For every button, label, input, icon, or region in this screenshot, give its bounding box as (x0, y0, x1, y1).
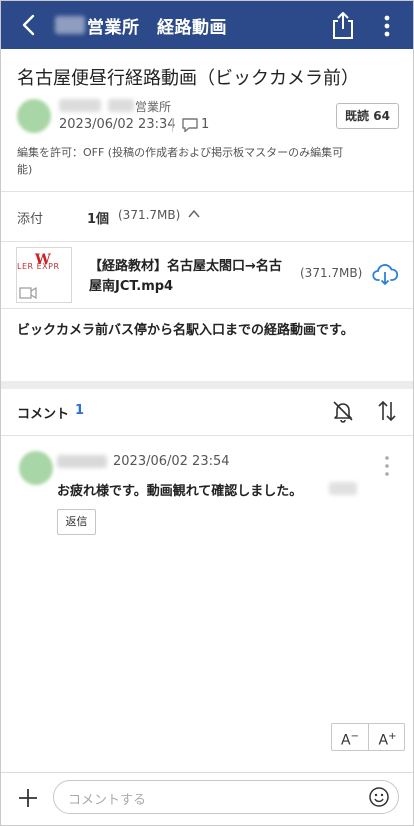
section-separator (1, 381, 413, 389)
plus-icon[interactable] (17, 787, 39, 809)
share-icon[interactable] (329, 10, 357, 40)
comments-title: コメント (17, 407, 70, 422)
commenter-avatar[interactable] (19, 451, 53, 485)
attachment-file-size: (371.7MB) (300, 266, 363, 280)
attachment-label: 添付 (17, 212, 44, 227)
back-icon[interactable] (15, 11, 43, 39)
video-camera-icon (19, 286, 37, 300)
thumbnail-text: LER EXPR (17, 262, 60, 271)
divider (1, 308, 413, 309)
footer-divider (1, 772, 413, 773)
author-dept: 営業所 (135, 100, 172, 114)
attachment-total-size[interactable]: (371.7MB) (118, 208, 180, 222)
read-count-button[interactable]: 既読 64 (336, 103, 399, 129)
top-bar: 営業所 経路動画 (1, 1, 413, 49)
comment-input-placeholder: コメントする (68, 793, 147, 808)
comment-more-icon[interactable] (381, 455, 393, 477)
divider (1, 241, 413, 242)
divider (1, 435, 413, 436)
blurred-commenter-name (57, 455, 107, 468)
app-frame: 営業所 経路動画 名古屋便昼行経路動画（ビックカメラ前） 営業所 2023/06… (0, 0, 414, 826)
bell-off-icon[interactable] (331, 399, 355, 423)
more-vertical-icon[interactable] (375, 13, 399, 39)
font-decrease-button[interactable]: A− (332, 724, 369, 750)
video-thumbnail[interactable]: W LER EXPR (16, 247, 72, 303)
author-avatar[interactable] (17, 99, 51, 133)
meta-separator (172, 118, 173, 132)
blurred-author-office (108, 99, 134, 112)
font-size-controls: A− A+ (331, 723, 405, 751)
post-date: 2023/06/02 23:34 (59, 117, 176, 132)
comment-bubble-icon (182, 118, 198, 133)
download-icon[interactable] (372, 261, 398, 287)
sort-icon[interactable] (375, 399, 399, 423)
post-body: ビックカメラ前バス停から名駅入口までの経路動画です。 (17, 323, 354, 338)
divider (1, 191, 413, 192)
reply-button[interactable]: 返信 (57, 509, 96, 535)
comment-text: お疲れ様です。動画観れて確認しました。 (57, 484, 303, 499)
font-increase-button[interactable]: A+ (369, 724, 406, 750)
comment-input[interactable]: コメントする (53, 780, 399, 814)
post-comment-count: 1 (201, 117, 210, 132)
post-title: 名古屋便昼行経路動画（ビックカメラ前） (17, 68, 359, 89)
page-title: 営業所 経路動画 (87, 18, 227, 38)
blurred-office-name (55, 16, 85, 34)
emoji-icon[interactable] (368, 786, 390, 808)
chevron-up-icon[interactable] (187, 208, 201, 220)
edit-permission-note: 編集を許可：OFF (投稿の作成者および掲示板マスターのみ編集可能) (17, 146, 344, 176)
comment-date: 2023/06/02 23:54 (113, 454, 230, 469)
attachment-file-name[interactable]: 【経路教材】名古屋太閤口→名古屋南JCT.mp4 (89, 257, 289, 297)
attachment-count[interactable]: 1個 (87, 208, 109, 227)
comments-count: 1 (75, 403, 85, 418)
blurred-author-name (59, 99, 101, 112)
blurred-comment-suffix (329, 482, 357, 495)
